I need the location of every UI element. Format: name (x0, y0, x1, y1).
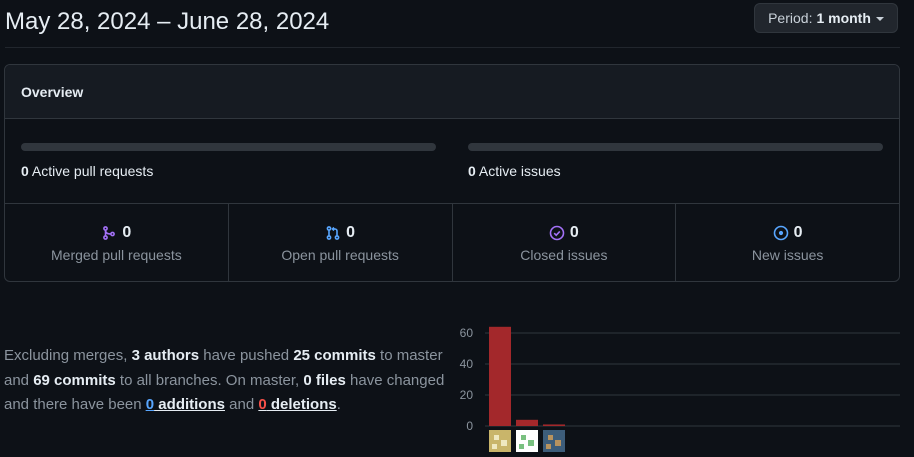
open-pr-icon (326, 226, 340, 240)
additions-link[interactable]: 0 additions (146, 396, 225, 413)
period-label: Period: (768, 10, 813, 26)
avatar-pixel (501, 440, 507, 446)
deletions-link[interactable]: 0 deletions (258, 396, 336, 413)
overview-panel: Overview 0 Active pull requests 0 Active… (4, 64, 900, 282)
additions-count: 0 (145, 396, 155, 413)
active-issues-link[interactable]: 0 Active issues (468, 163, 561, 179)
avatar-pixel (492, 444, 497, 449)
summary-text: to all branches. On master, (115, 371, 304, 389)
y-tick-label: 40 (460, 357, 474, 371)
active-issues-count: 0 (468, 163, 476, 179)
deletions-word: deletions (266, 396, 337, 413)
stat-open-prs[interactable]: 0 Open pull requests (229, 204, 453, 281)
new-issue-icon (773, 225, 788, 241)
summary-text: and (224, 396, 259, 413)
summary-text: have pushed (199, 347, 294, 364)
bar-author-3[interactable] (543, 424, 565, 426)
authors-count: 3 authors (131, 347, 200, 364)
additions-word: additions (154, 396, 225, 413)
summary-text: . (336, 396, 341, 413)
active-prs-link[interactable]: 0 Active pull requests (21, 163, 153, 179)
period-value: 1 month (816, 10, 871, 26)
master-commits: 25 commits (293, 347, 376, 364)
avatar-pixel (546, 444, 551, 449)
y-tick-label: 20 (460, 388, 474, 402)
bar-author-1[interactable] (489, 326, 511, 426)
stat-count: 0 (793, 224, 803, 241)
active-issues-bar (468, 143, 883, 151)
y-tick-label: 0 (466, 419, 473, 433)
overview-stats: 0 Merged pull requests 0 Open pull reque… (5, 204, 899, 281)
avatar-pixel (494, 435, 499, 440)
stat-count: 0 (569, 224, 579, 241)
stat-merged-prs[interactable]: 0 Merged pull requests (5, 204, 229, 281)
commits-by-author-chart: 0 20 40 60 (460, 326, 900, 452)
y-tick-label: 60 (460, 326, 474, 340)
overview-activity: 0 Active pull requests 0 Active issues (5, 119, 899, 204)
avatar-pixel (519, 444, 524, 449)
stat-count: 0 (122, 224, 132, 241)
overview-title: Overview (5, 65, 899, 119)
divider (5, 47, 900, 48)
avatar-pixel (521, 435, 526, 440)
deletions-count: 0 (258, 396, 267, 413)
bar-author-2[interactable] (516, 419, 538, 426)
stat-count: 0 (346, 224, 356, 241)
stat-new-issues[interactable]: 0 New issues (676, 204, 899, 281)
files-changed: 0 files (303, 371, 346, 389)
active-prs-count: 0 (21, 163, 29, 179)
all-branch-commits: 69 commits (33, 371, 116, 389)
stat-closed-issues[interactable]: 0 Closed issues (453, 204, 677, 281)
stat-label: Merged pull requests (51, 247, 182, 263)
page-title: May 28, 2024 – June 28, 2024 (5, 8, 330, 35)
stat-label: New issues (751, 247, 824, 263)
avatar-pixel (555, 440, 561, 446)
avatar-pixel (528, 440, 534, 446)
summary-text: Excluding merges, (4, 347, 132, 364)
closed-issue-icon (549, 225, 565, 241)
commit-summary: Excluding merges, 3 authors have pushed … (4, 344, 452, 418)
active-prs-label: Active pull requests (31, 163, 154, 179)
active-issues-label: Active issues (478, 163, 561, 179)
stat-label: Open pull requests (281, 247, 399, 263)
caret-down-icon (875, 17, 884, 21)
merged-pr-icon (103, 226, 116, 240)
period-dropdown-button[interactable]: Period: 1 month (754, 3, 898, 33)
stat-label: Closed issues (520, 247, 608, 263)
avatar-pixel (548, 435, 553, 440)
active-prs-bar (21, 143, 436, 151)
